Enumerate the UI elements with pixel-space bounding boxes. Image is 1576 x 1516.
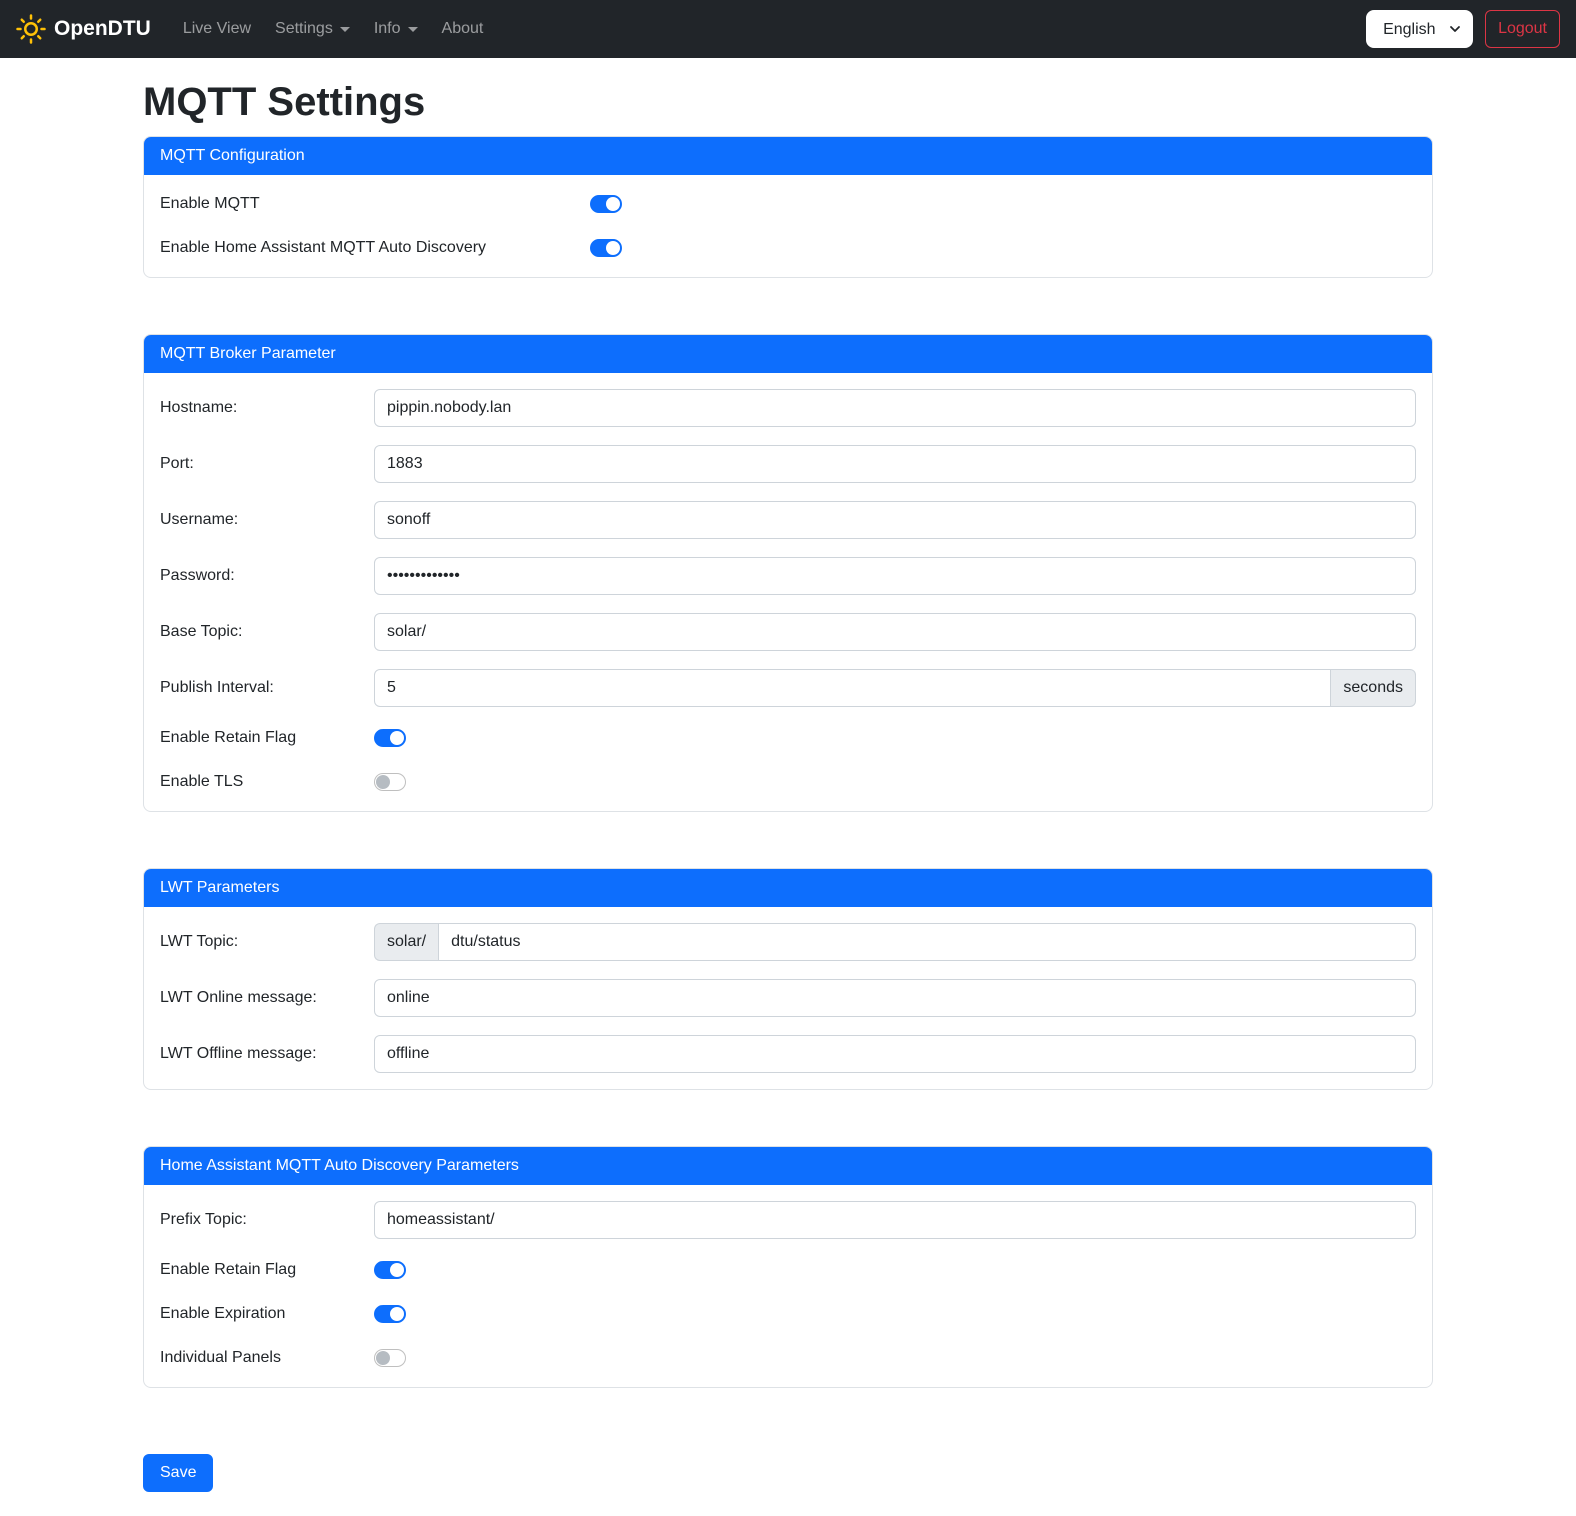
row-base-topic: Base Topic: [160, 613, 1416, 651]
nav-about[interactable]: About [434, 12, 492, 46]
card-lwt-parameters: LWT Parameters LWT Topic: solar/ LWT Onl… [143, 868, 1433, 1090]
enable-tls-toggle[interactable] [374, 773, 406, 791]
username-input[interactable] [374, 501, 1416, 539]
enable-mqtt-label: Enable MQTT [160, 195, 590, 213]
port-input[interactable] [374, 445, 1416, 483]
row-password: Password: [160, 557, 1416, 595]
row-enable-ha-discovery: Enable Home Assistant MQTT Auto Discover… [160, 235, 1416, 261]
card-ha-discovery-parameters: Home Assistant MQTT Auto Discovery Param… [143, 1146, 1433, 1388]
page-title: MQTT Settings [143, 78, 1433, 126]
language-select[interactable]: English [1366, 10, 1473, 48]
lwt-topic-label: LWT Topic: [160, 933, 374, 951]
enable-ha-discovery-toggle[interactable] [590, 239, 622, 257]
broker-retain-toggle[interactable] [374, 729, 406, 747]
brand-link[interactable]: OpenDTU [16, 14, 151, 44]
base-topic-label: Base Topic: [160, 623, 374, 641]
ha-retain-label: Enable Retain Flag [160, 1261, 374, 1279]
prefix-topic-input[interactable] [374, 1201, 1416, 1239]
publish-interval-label: Publish Interval: [160, 679, 374, 697]
enable-mqtt-toggle[interactable] [590, 195, 622, 213]
ha-retain-toggle[interactable] [374, 1261, 406, 1279]
seconds-addon: seconds [1331, 669, 1416, 707]
card-mqtt-broker-parameter: MQTT Broker Parameter Hostname: Port: Us… [143, 334, 1433, 812]
chevron-down-icon [408, 27, 418, 32]
base-topic-input[interactable] [374, 613, 1416, 651]
individual-panels-toggle[interactable] [374, 1349, 406, 1367]
hostname-label: Hostname: [160, 399, 374, 417]
row-lwt-topic: LWT Topic: solar/ [160, 923, 1416, 961]
lwt-offline-input[interactable] [374, 1035, 1416, 1073]
port-label: Port: [160, 455, 374, 473]
row-hostname: Hostname: [160, 389, 1416, 427]
row-ha-retain: Enable Retain Flag [160, 1257, 1416, 1283]
nav-settings[interactable]: Settings [267, 12, 358, 46]
individual-panels-label: Individual Panels [160, 1349, 374, 1367]
card-header-ha-discovery-parameters: Home Assistant MQTT Auto Discovery Param… [144, 1147, 1432, 1185]
card-header-mqtt-configuration: MQTT Configuration [144, 137, 1432, 175]
main-content: MQTT Settings MQTT Configuration Enable … [143, 78, 1433, 1516]
row-lwt-online: LWT Online message: [160, 979, 1416, 1017]
prefix-topic-label: Prefix Topic: [160, 1211, 374, 1229]
row-enable-mqtt: Enable MQTT [160, 191, 1416, 217]
navbar: OpenDTU Live View Settings Info About En… [0, 0, 1576, 58]
password-input[interactable] [374, 557, 1416, 595]
row-enable-tls: Enable TLS [160, 769, 1416, 795]
row-username: Username: [160, 501, 1416, 539]
broker-retain-label: Enable Retain Flag [160, 729, 374, 747]
row-individual-panels: Individual Panels [160, 1345, 1416, 1371]
nav-settings-label: Settings [275, 20, 333, 38]
enable-ha-discovery-label: Enable Home Assistant MQTT Auto Discover… [160, 239, 590, 257]
ha-expiration-toggle[interactable] [374, 1305, 406, 1323]
lwt-topic-input[interactable] [438, 923, 1416, 961]
lwt-topic-prefix-addon: solar/ [374, 923, 438, 961]
row-broker-retain: Enable Retain Flag [160, 725, 1416, 751]
password-label: Password: [160, 567, 374, 585]
row-prefix-topic: Prefix Topic: [160, 1201, 1416, 1239]
row-port: Port: [160, 445, 1416, 483]
lwt-online-label: LWT Online message: [160, 989, 374, 1007]
nav-live-view[interactable]: Live View [175, 12, 259, 46]
row-lwt-offline: LWT Offline message: [160, 1035, 1416, 1073]
lwt-offline-label: LWT Offline message: [160, 1045, 374, 1063]
row-ha-expiration: Enable Expiration [160, 1301, 1416, 1327]
publish-interval-input[interactable] [374, 669, 1331, 707]
sun-logo-icon [16, 14, 46, 44]
ha-expiration-label: Enable Expiration [160, 1305, 374, 1323]
card-mqtt-configuration: MQTT Configuration Enable MQTT Enable Ho… [143, 136, 1433, 278]
hostname-input[interactable] [374, 389, 1416, 427]
chevron-down-icon [340, 27, 350, 32]
row-publish-interval: Publish Interval: seconds [160, 669, 1416, 707]
nav-info-label: Info [374, 20, 401, 38]
card-header-mqtt-broker-parameter: MQTT Broker Parameter [144, 335, 1432, 373]
enable-tls-label: Enable TLS [160, 773, 374, 791]
lwt-online-input[interactable] [374, 979, 1416, 1017]
nav-info[interactable]: Info [366, 12, 426, 46]
card-header-lwt-parameters: LWT Parameters [144, 869, 1432, 907]
username-label: Username: [160, 511, 374, 529]
logout-button[interactable]: Logout [1485, 10, 1560, 48]
brand-label: OpenDTU [54, 17, 151, 41]
